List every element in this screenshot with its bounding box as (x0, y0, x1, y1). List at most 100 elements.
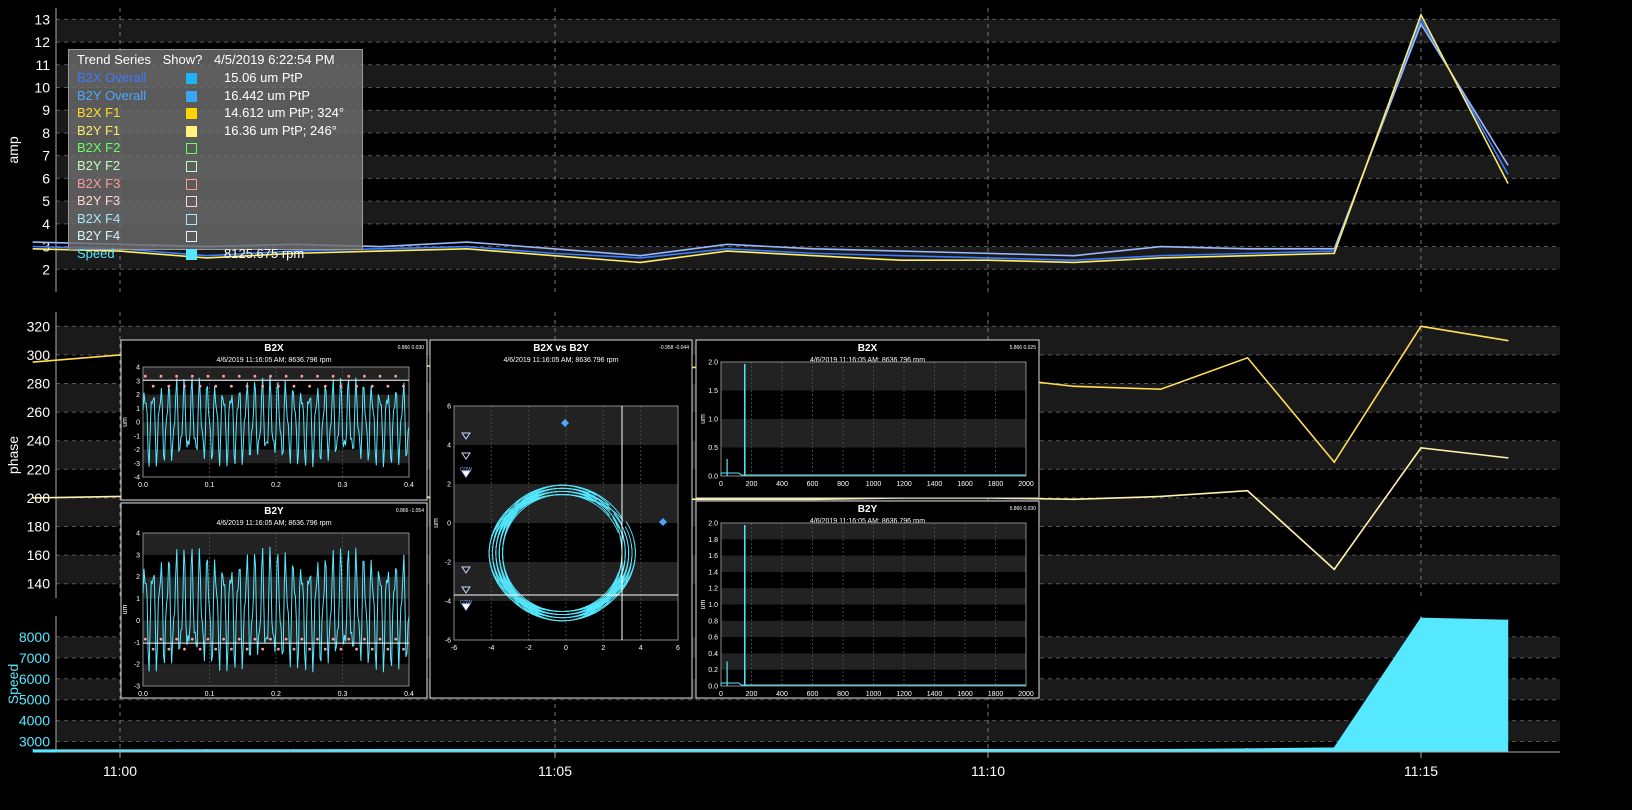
inset-x-tick-label: 600 (807, 481, 819, 488)
inset-keyphasor-dot (316, 637, 319, 641)
data-point (639, 748, 642, 751)
inset-y-tick-label: -2 (445, 560, 451, 567)
data-point (986, 257, 989, 259)
inset-corner-readout: -0.958 -0.044 (659, 345, 689, 351)
inset-y-tick-label: -1 (134, 640, 140, 647)
inset-x-tick-label: 1600 (957, 481, 973, 488)
legend-show-checkbox[interactable] (186, 108, 197, 120)
inset-x-tick-label: 1400 (927, 481, 943, 488)
data-point (1333, 248, 1336, 250)
inset-y-tick-label: -4 (445, 599, 451, 606)
data-point (205, 748, 208, 751)
data-point (1420, 14, 1422, 16)
inset-keyphasor-dot (355, 647, 358, 651)
inset-keyphasor-dot (355, 384, 358, 388)
inset-title: B2Y (264, 506, 284, 517)
legend-series-value: 16.36 um PtP; 246° (224, 122, 337, 138)
data-point (813, 254, 815, 257)
inset-title: B2X vs B2Y (533, 343, 589, 354)
inset-keyphasor-dot (370, 647, 374, 651)
inset-title: B2X (264, 343, 284, 354)
data-point (32, 497, 35, 499)
inset-x-tick-label: 0 (564, 645, 568, 652)
data-point (1506, 619, 1509, 621)
legend-header: Trend Series Show? 4/5/2019 6:22:54 PM (77, 52, 343, 67)
data-point (726, 498, 728, 501)
data-point (1333, 252, 1336, 255)
data-point (1506, 339, 1509, 342)
data-point (466, 748, 468, 751)
inset-keyphasor-dot (394, 374, 398, 378)
data-point (986, 252, 989, 255)
inset-y-label: um (433, 518, 440, 528)
legend-show-checkbox[interactable] (186, 125, 197, 137)
legend-series-name: B2X F4 (77, 210, 121, 226)
data-point (552, 248, 555, 250)
inset-keyphasor-dot (363, 637, 366, 641)
inset-keyphasor-dot (143, 637, 147, 641)
inset-keyphasor-dot (386, 384, 390, 388)
legend-row: Speed 8125.675 rpm (77, 246, 357, 264)
data-point (813, 498, 815, 501)
y-tick-label: 6000 (19, 671, 50, 687)
band (56, 19, 1560, 43)
trend-legend: Trend Series Show? 4/5/2019 6:22:54 PM B… (68, 49, 363, 261)
data-point (1506, 457, 1509, 459)
data-point (552, 254, 555, 257)
data-point (1506, 173, 1509, 175)
y-axis-label: Speed (5, 664, 21, 704)
legend-series-name: B2Y F2 (77, 158, 121, 173)
inset-x-tick-label: 200 (746, 691, 758, 698)
legend-show-checkbox[interactable] (186, 231, 197, 243)
legend-show-checkbox[interactable] (186, 196, 197, 208)
legend-show-checkbox[interactable] (186, 213, 197, 225)
inset-y-tick-label: 4 (136, 531, 140, 538)
y-tick-label: 12 (34, 34, 50, 50)
data-point (466, 248, 468, 250)
inset-keyphasor-dot (402, 647, 405, 651)
legend-show-checkbox[interactable] (186, 161, 197, 172)
inset-y-tick-label: 2 (136, 574, 140, 581)
legend-show-checkbox[interactable] (186, 73, 197, 84)
data-point (899, 748, 902, 751)
inset-keyphasor-dot (386, 647, 390, 651)
inset-y-tick-label: 1.8 (708, 537, 718, 544)
inset-x-tick-label: -4 (488, 645, 494, 652)
data-point (1073, 498, 1075, 501)
data-point (32, 749, 35, 751)
inset-x-tick-label: -6 (451, 645, 457, 652)
inset-y-tick-label: -3 (134, 684, 140, 691)
legend-series-value: 8125.675 rpm (224, 246, 305, 261)
legend-show-checkbox[interactable] (186, 90, 197, 102)
inset-keyphasor-dot (308, 647, 312, 651)
inset-x-tick-label: 1200 (896, 691, 912, 698)
data-point (1073, 385, 1075, 388)
data-point (726, 248, 728, 250)
x-tick-label: 11:05 (538, 763, 572, 779)
y-tick-label: 10 (34, 80, 50, 96)
data-point (379, 250, 382, 252)
y-tick-label: 11 (35, 57, 50, 73)
inset-y-tick-label: 1.2 (708, 586, 718, 593)
y-tick-label: 140 (27, 576, 51, 592)
inset-keyphasor-dot (261, 384, 265, 388)
data-point (119, 749, 121, 751)
inset-x-tick-label: 4 (639, 645, 643, 652)
y-axis-label: amp (5, 136, 21, 163)
data-point (292, 748, 295, 751)
data-point (1246, 748, 1249, 750)
legend-show-checkbox[interactable] (186, 249, 197, 260)
inset-x-tick-label: 6 (676, 645, 680, 652)
inset-y-tick-label: 1.5 (708, 388, 718, 395)
inset-keyphasor-dot (347, 637, 351, 641)
data-point (639, 257, 642, 259)
legend-show-checkbox[interactable] (186, 178, 197, 190)
inset-y-label: um (122, 417, 129, 427)
inset-keyphasor-dot (183, 384, 186, 388)
data-point (639, 261, 642, 264)
inset-keyphasor-dot (370, 384, 374, 388)
data-point (1420, 617, 1422, 619)
data-point (1073, 748, 1075, 751)
data-point (726, 748, 728, 751)
legend-show-checkbox[interactable] (186, 143, 197, 155)
